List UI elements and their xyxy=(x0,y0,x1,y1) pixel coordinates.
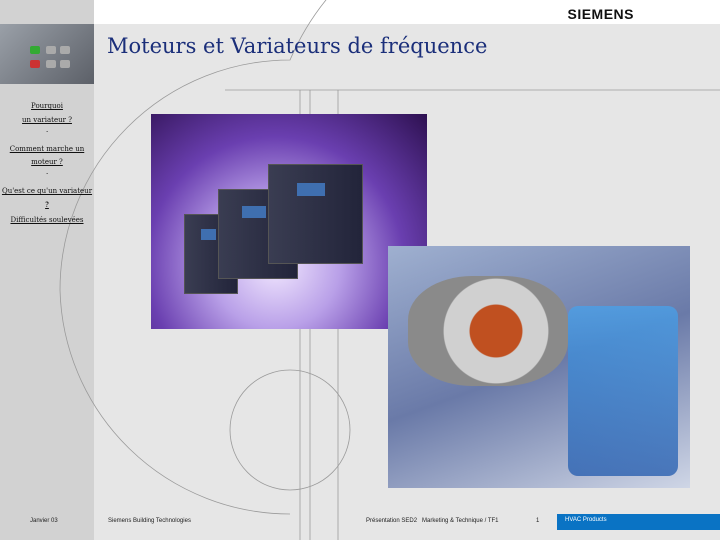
drives-photo xyxy=(151,114,427,329)
footer-company: Siemens Building Technologies xyxy=(108,518,191,524)
separator: · xyxy=(46,128,49,136)
page-number: 1 xyxy=(536,518,540,524)
separator: · xyxy=(46,199,49,207)
nav-link-difficultes[interactable]: Difficultés soulevées xyxy=(0,213,94,227)
division-label: HVAC Products xyxy=(557,514,720,530)
separator: · xyxy=(46,170,49,178)
motor-photo xyxy=(388,246,690,488)
footer-presentation: Présentation SED2 Marketing & Technique … xyxy=(366,518,499,524)
nav-link-variateur[interactable]: Qu'est ce qu'un variateur ? xyxy=(0,184,94,212)
nav-link-moteur[interactable]: Comment marche un xyxy=(0,142,94,156)
nav-link-pourquoi[interactable]: Pourquoi xyxy=(0,99,94,113)
puzzle-overlay xyxy=(568,306,678,476)
footer-date: Janvier 03 xyxy=(30,518,58,524)
page-title: Moteurs et Variateurs de fréquence xyxy=(107,34,488,58)
drive-unit xyxy=(268,164,363,264)
nav-link-moteur-2[interactable]: moteur ? xyxy=(0,155,94,169)
nav-link-pourquoi-2[interactable]: un variateur ? xyxy=(0,113,94,127)
motor-cutaway xyxy=(408,276,568,386)
